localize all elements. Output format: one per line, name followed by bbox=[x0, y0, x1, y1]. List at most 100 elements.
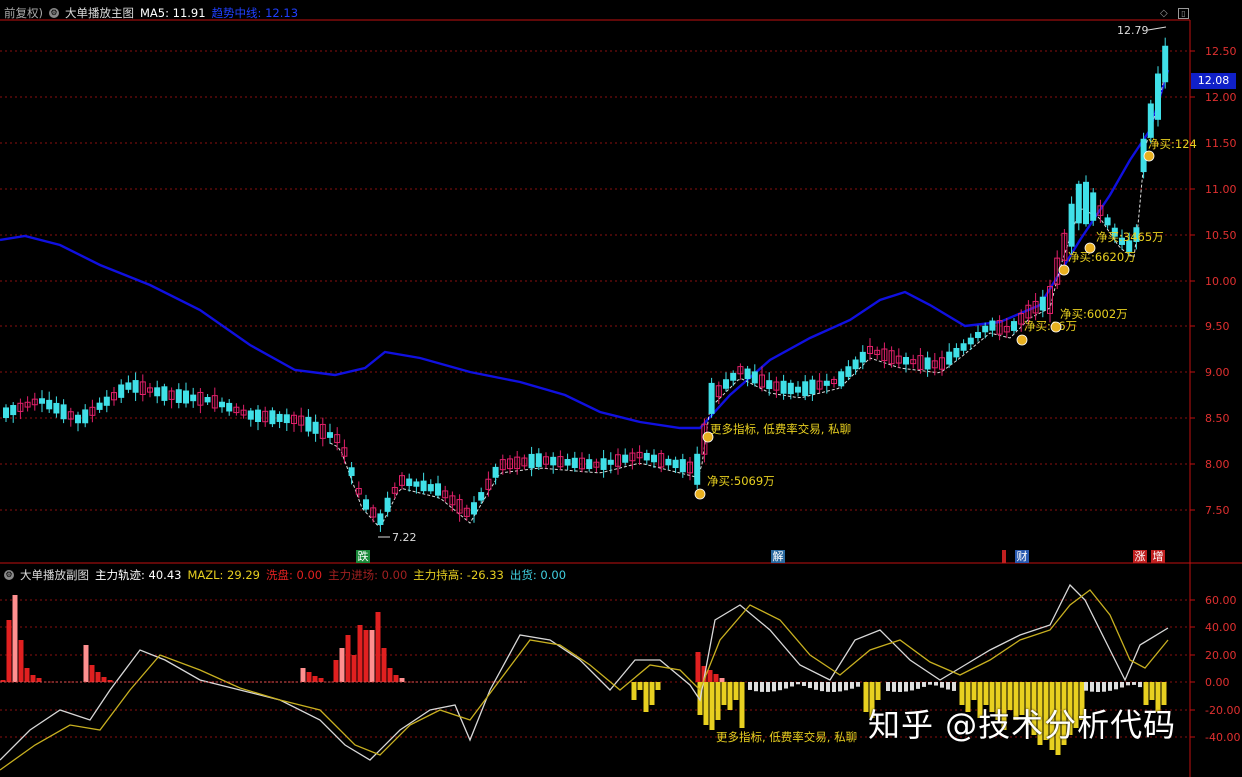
candle-body bbox=[975, 331, 981, 339]
candle-body bbox=[550, 456, 557, 466]
sub-indicator-name[interactable]: 大单播放副图 bbox=[20, 567, 89, 583]
yellow-bar bbox=[637, 682, 643, 690]
money-bag-icon bbox=[702, 431, 714, 443]
red-bar bbox=[95, 672, 101, 682]
red-bar bbox=[36, 678, 42, 682]
yellow-bar bbox=[875, 682, 881, 700]
main-track-value: 主力轨迹: 40.43 bbox=[95, 568, 182, 582]
white-bar bbox=[892, 682, 896, 692]
price-tick-label: 11.50 bbox=[1205, 137, 1237, 150]
red-bar bbox=[339, 648, 345, 682]
zhuli-jinchang-value: 主力进场: 0.00 bbox=[328, 568, 408, 582]
candle-body bbox=[247, 410, 254, 420]
candle-body bbox=[183, 390, 189, 404]
candle-body bbox=[672, 459, 679, 469]
candle-body bbox=[283, 414, 290, 424]
candle-body bbox=[154, 387, 161, 397]
yellow-bar bbox=[733, 682, 739, 700]
price-axis-labels: 12.50 12.00 11.50 11.00 10.50 10.00 9.50 9.00 8.… bbox=[1190, 45, 1237, 517]
candle-body bbox=[845, 366, 852, 377]
white-bar bbox=[844, 682, 848, 691]
candle-body bbox=[946, 351, 953, 365]
money-bag-icon bbox=[1084, 242, 1096, 254]
white-bar bbox=[748, 682, 752, 690]
money-bag-icon bbox=[1050, 321, 1062, 333]
white-bar bbox=[922, 682, 926, 687]
candle-body bbox=[103, 396, 110, 406]
candle-body bbox=[586, 459, 593, 470]
promo-label-top: 更多指标, 低费率交易, 私聊 bbox=[710, 422, 851, 436]
money-bag-icon bbox=[1058, 264, 1070, 276]
yellow-bar bbox=[1149, 682, 1155, 700]
candle-body bbox=[607, 459, 614, 465]
white-bar bbox=[808, 682, 812, 689]
money-bag-icon bbox=[1016, 334, 1028, 346]
white-bar bbox=[928, 682, 932, 685]
white-bar bbox=[946, 682, 950, 690]
candle-body bbox=[269, 410, 276, 425]
candle-body bbox=[1104, 217, 1111, 226]
zhihu-watermark: 知乎 @技术分析代码 bbox=[868, 706, 1177, 744]
candle-body bbox=[744, 368, 751, 380]
white-bar bbox=[778, 682, 782, 691]
candlestick-chart[interactable]: 12.50 12.00 11.50 11.00 10.50 10.00 9.50 9.00 8.… bbox=[0, 0, 1242, 777]
candle-body bbox=[1162, 45, 1169, 83]
candle-body bbox=[305, 416, 312, 432]
candle-body bbox=[730, 372, 737, 381]
yellow-bar bbox=[971, 682, 977, 700]
candle-body bbox=[327, 432, 333, 438]
white-bar bbox=[1138, 682, 1142, 688]
candles-group bbox=[3, 37, 1169, 532]
candle-body bbox=[679, 459, 686, 473]
marker-finance[interactable]: 财 bbox=[1015, 550, 1029, 563]
candle-body bbox=[1075, 183, 1082, 224]
red-bar bbox=[713, 674, 719, 682]
low-price-label: 7.22 bbox=[392, 531, 417, 544]
candle-body bbox=[723, 379, 729, 389]
white-bar bbox=[790, 682, 794, 687]
candle-body bbox=[384, 497, 391, 512]
marker-rise[interactable]: 涨 bbox=[1133, 550, 1147, 563]
candle-body bbox=[53, 402, 60, 414]
candle-body bbox=[780, 380, 787, 394]
candle-body bbox=[535, 453, 542, 467]
settings-circle-icon[interactable]: ⚙ bbox=[4, 570, 14, 580]
white-bar bbox=[784, 682, 788, 689]
candle-body bbox=[219, 401, 225, 408]
red-bar bbox=[24, 668, 30, 682]
stock-chart-window: 前复权) ⚙ 大单播放主图 MA5: 11.91 趋势中线: 12.13 ◇ ▯… bbox=[0, 0, 1242, 777]
candle-body bbox=[859, 351, 866, 363]
white-bar bbox=[1096, 682, 1100, 692]
red-bar bbox=[695, 652, 701, 682]
candle-body bbox=[1068, 203, 1075, 247]
red-bar bbox=[345, 635, 351, 682]
candle-body bbox=[435, 483, 441, 496]
candle-body bbox=[175, 389, 182, 403]
promo-label-bottom: 更多指标, 低费率交易, 私聊 bbox=[716, 730, 857, 744]
candle-body bbox=[1039, 296, 1046, 311]
xipan-value: 洗盘: 0.00 bbox=[265, 568, 323, 582]
candle-body bbox=[787, 382, 794, 395]
candle-body bbox=[75, 414, 81, 424]
candle-body bbox=[989, 320, 996, 331]
high-price-label: 12.79 bbox=[1117, 24, 1149, 37]
candle-body bbox=[312, 421, 319, 434]
candle-body bbox=[60, 404, 67, 420]
candle-body bbox=[982, 325, 989, 333]
candle-body bbox=[132, 380, 139, 393]
indicator-tick-label: 40.00 bbox=[1205, 621, 1237, 634]
candle-body bbox=[3, 407, 9, 419]
red-bar bbox=[357, 625, 363, 682]
white-bar bbox=[754, 682, 758, 692]
marker-down[interactable]: 跌 bbox=[356, 550, 370, 563]
white-bar bbox=[802, 682, 806, 686]
red-bar bbox=[381, 648, 387, 682]
red-bar bbox=[12, 595, 18, 682]
marker-unlock[interactable]: 解 bbox=[771, 550, 785, 563]
candle-body bbox=[96, 402, 103, 410]
candle-body bbox=[471, 502, 477, 515]
white-bar bbox=[1090, 682, 1094, 692]
marker-increase[interactable]: 增 bbox=[1151, 550, 1165, 563]
current-price-tag: 12.08 bbox=[1191, 73, 1236, 89]
white-bar bbox=[1126, 682, 1130, 686]
